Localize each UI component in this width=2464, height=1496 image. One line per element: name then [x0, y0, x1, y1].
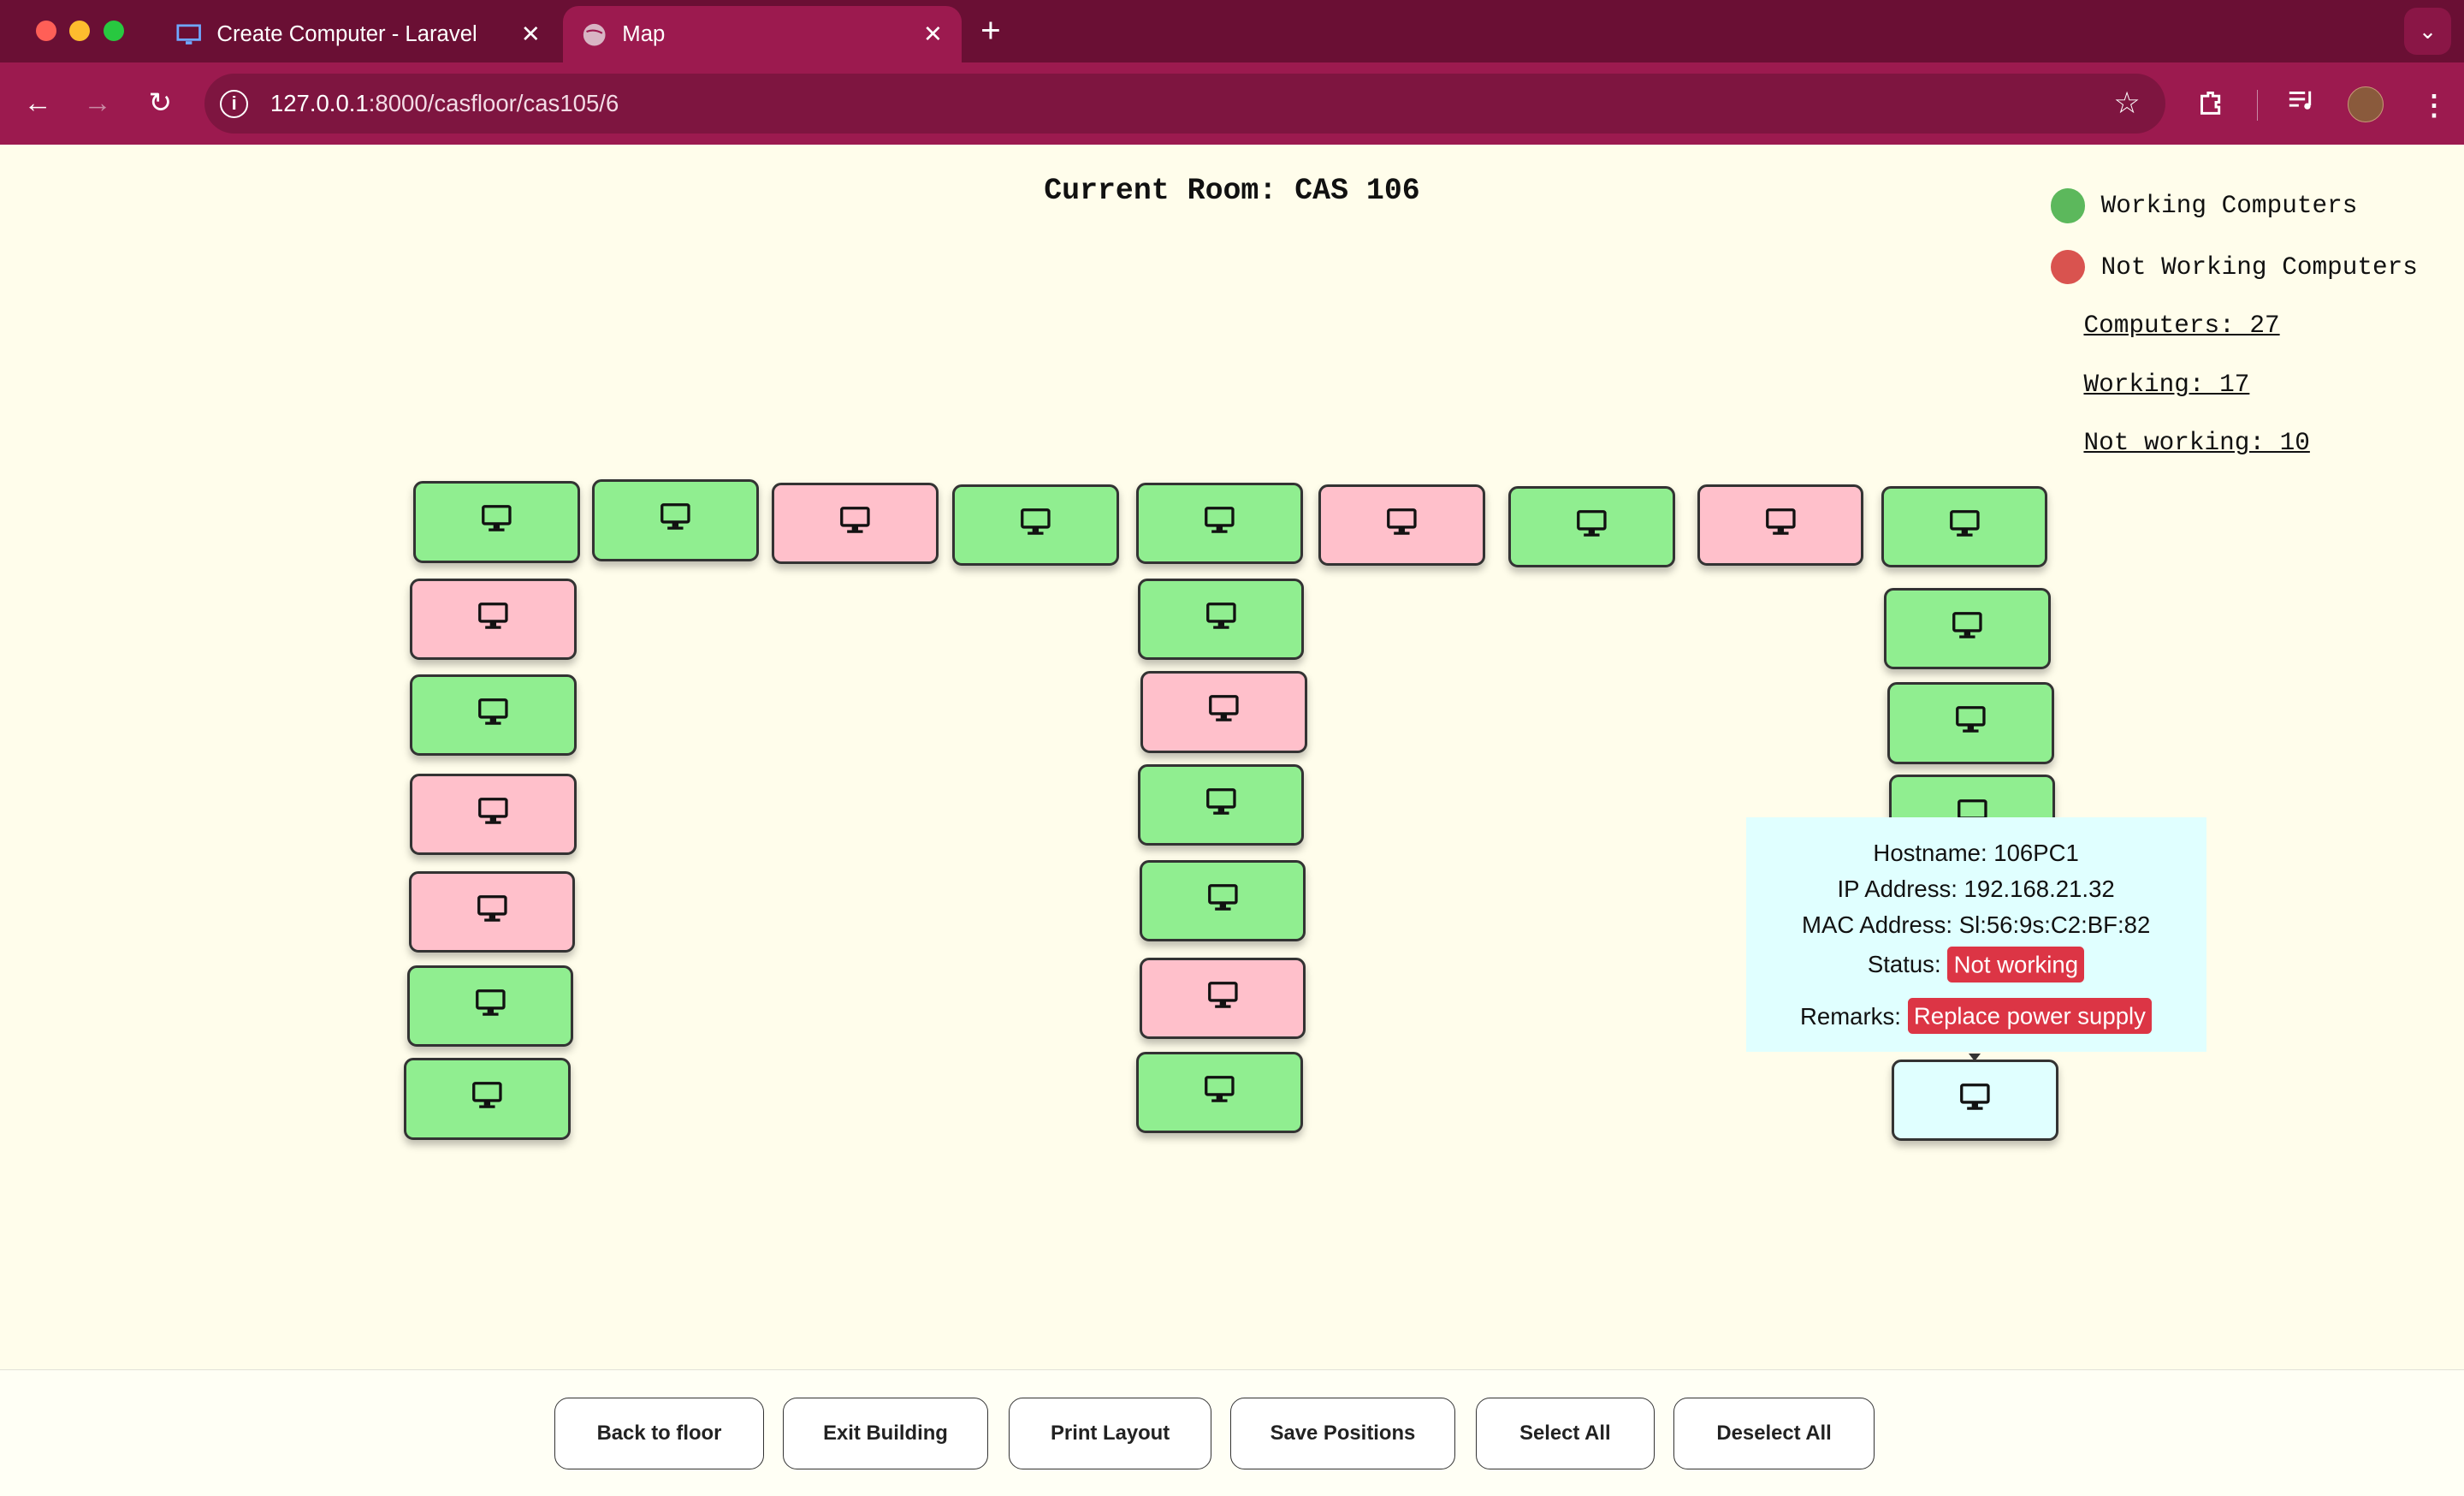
computer-box[interactable] — [404, 1058, 571, 1140]
computer-box[interactable] — [410, 773, 578, 856]
monitor-icon — [176, 22, 201, 47]
computer-box[interactable] — [1139, 957, 1306, 1040]
remarks-label: Remarks: — [1800, 1002, 1901, 1030]
monitor-icon — [477, 797, 509, 832]
computer-tooltip: Hostname: 106PC1 IP Address: 192.168.21.… — [1745, 817, 2206, 1052]
address-bar[interactable]: i 127.0.0.1:8000/casfloor/cas105/6 ☆ — [204, 74, 2165, 134]
status-label: Status: — [1867, 951, 1941, 978]
close-window-button[interactable] — [36, 20, 57, 41]
tooltip-arrow — [1969, 1053, 1981, 1061]
reload-icon[interactable]: ↻ — [141, 85, 179, 122]
back-icon[interactable]: ← — [19, 85, 56, 122]
monitor-icon — [477, 698, 509, 733]
computer-box[interactable] — [1140, 671, 1308, 753]
monitor-icon — [1205, 602, 1237, 637]
computer-box[interactable] — [771, 482, 939, 565]
legend-label: Not Working Computers — [2100, 252, 2418, 282]
tooltip-status: Status: Not working — [1746, 946, 2206, 982]
forward-icon[interactable]: → — [79, 85, 116, 122]
menu-icon[interactable]: ⋮ — [2420, 88, 2449, 122]
computer-box[interactable] — [413, 481, 580, 563]
monitor-icon — [1204, 1075, 1235, 1110]
monitor-icon — [839, 506, 871, 541]
computer-box[interactable] — [1139, 859, 1306, 942]
computer-box[interactable] — [410, 578, 578, 661]
bookmark-star-icon[interactable]: ☆ — [2113, 86, 2140, 121]
toolbar-divider — [2256, 89, 2259, 122]
legend-not-working: Not Working Computers — [2050, 250, 2418, 285]
site-info-icon[interactable]: i — [220, 89, 249, 118]
computer-box[interactable] — [1886, 682, 2054, 764]
close-tab-icon[interactable]: ✕ — [923, 21, 943, 48]
monitor-icon — [477, 894, 508, 929]
monitor-icon — [1952, 611, 1983, 646]
monitor-icon — [1955, 705, 1987, 740]
computer-box[interactable] — [952, 484, 1119, 567]
maximize-window-button[interactable] — [104, 20, 125, 41]
computer-box[interactable] — [410, 674, 578, 757]
exit-building-button[interactable]: Exit Building — [782, 1397, 989, 1470]
deselect-all-button[interactable]: Deselect All — [1673, 1397, 1875, 1470]
select-all-button[interactable]: Select All — [1475, 1397, 1656, 1470]
media-control-icon[interactable] — [2288, 88, 2316, 120]
monitor-icon — [471, 1081, 503, 1116]
close-tab-icon[interactable]: ✕ — [521, 21, 541, 48]
tooltip-remarks: Remarks: Replace power supply — [1746, 998, 2206, 1035]
not-working-dot-icon — [2050, 250, 2086, 285]
remarks-badge: Replace power supply — [1907, 998, 2153, 1035]
stat-not-working: Not working: 10 — [2083, 429, 2310, 458]
monitor-icon — [477, 602, 509, 637]
computer-box[interactable] — [1892, 1059, 2059, 1142]
computer-box[interactable] — [592, 479, 760, 561]
tooltip-mac: MAC Address: Sl:56:9s:C2:BF:82 — [1802, 911, 2151, 939]
monitor-icon — [1576, 509, 1608, 544]
monitor-icon — [1949, 509, 1981, 544]
computer-box[interactable] — [1697, 484, 1864, 567]
monitor-icon — [1208, 694, 1240, 729]
tab-title: Create Computer - Laravel — [216, 21, 477, 46]
computer-box[interactable] — [1137, 578, 1305, 661]
computer-box[interactable] — [1135, 482, 1303, 565]
working-dot-icon — [2050, 188, 2086, 223]
stat-working: Working: 17 — [2083, 371, 2250, 400]
computer-box[interactable] — [1135, 1051, 1303, 1134]
url-text[interactable]: 127.0.0.1:8000/casfloor/cas105/6 — [270, 90, 619, 117]
new-tab-icon[interactable]: + — [980, 12, 1001, 47]
computer-box[interactable] — [1884, 587, 2051, 670]
computer-box[interactable] — [1881, 485, 2048, 568]
monitor-icon — [660, 502, 691, 537]
tab-title: Map — [622, 21, 666, 46]
monitor-icon — [475, 988, 506, 1024]
legend-working: Working Computers — [2050, 188, 2358, 223]
tab-search-icon[interactable]: ⌄ — [2404, 8, 2452, 56]
tab-map[interactable]: Map ✕ — [562, 6, 962, 63]
save-positions-button[interactable]: Save Positions — [1230, 1397, 1455, 1470]
monitor-icon — [1959, 1083, 1991, 1118]
computer-box[interactable] — [1508, 485, 1675, 568]
back-to-floor-button[interactable]: Back to floor — [554, 1397, 764, 1470]
monitor-icon — [1386, 508, 1418, 543]
status-badge: Not working — [1947, 946, 2085, 982]
monitor-icon — [1207, 883, 1239, 918]
tooltip-ip: IP Address: 192.168.21.32 — [1837, 876, 2115, 903]
computer-box[interactable] — [408, 870, 576, 953]
monitor-icon — [1204, 506, 1235, 541]
monitor-icon — [1765, 508, 1797, 543]
tooltip-hostname: Hostname: 106PC1 — [1873, 839, 2079, 866]
extensions-icon[interactable] — [2197, 88, 2225, 123]
monitor-icon — [1207, 981, 1239, 1016]
computer-box[interactable] — [406, 965, 574, 1048]
globe-icon — [582, 22, 607, 47]
monitor-icon — [1020, 508, 1051, 543]
monitor-icon — [1205, 787, 1237, 822]
monitor-icon — [481, 504, 512, 539]
computer-box[interactable] — [1137, 763, 1305, 846]
tab-create-computer[interactable]: Create Computer - Laravel ✕ — [157, 6, 560, 62]
computer-box[interactable] — [1318, 484, 1485, 567]
print-layout-button[interactable]: Print Layout — [1009, 1397, 1212, 1470]
minimize-window-button[interactable] — [68, 20, 90, 41]
legend-label: Working Computers — [2100, 192, 2358, 221]
stat-computers: Computers: 27 — [2083, 311, 2280, 340]
